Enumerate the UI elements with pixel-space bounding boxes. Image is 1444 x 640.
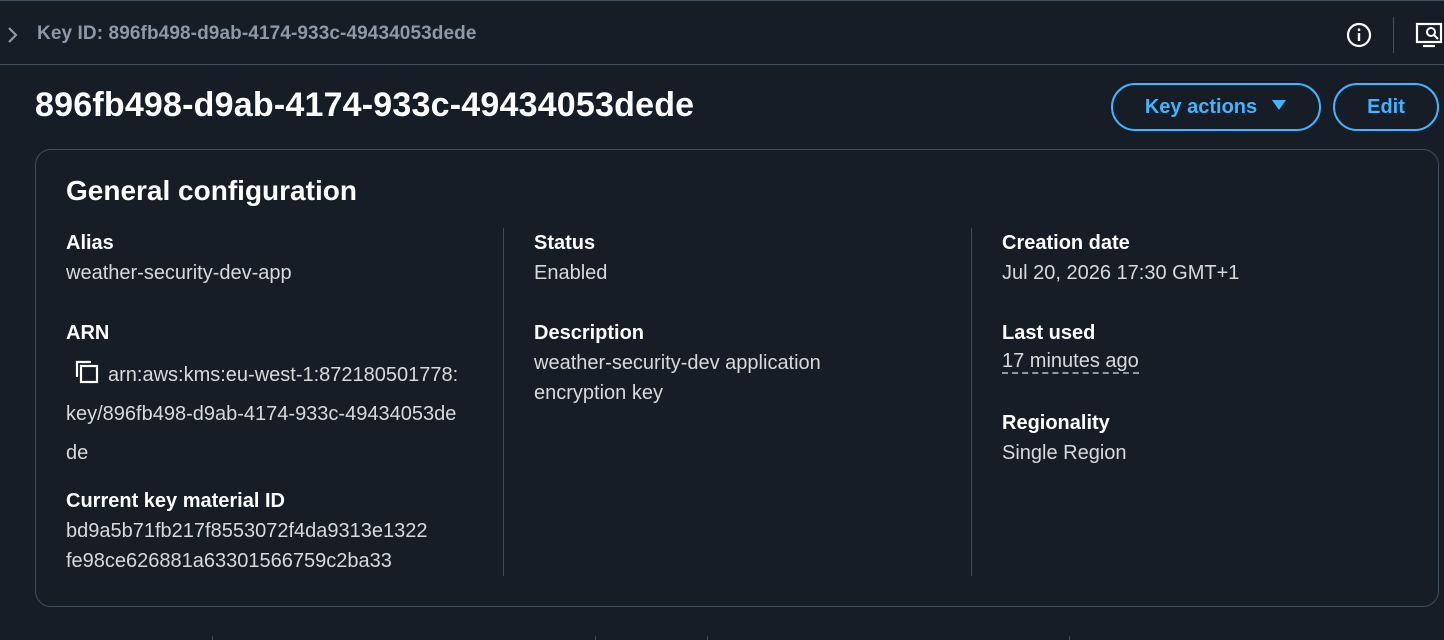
description-label: Description — [534, 322, 645, 344]
next-section-divider — [212, 636, 213, 640]
column-divider — [971, 228, 972, 576]
regionality-label: Regionality — [1002, 412, 1110, 434]
screen-search-icon[interactable] — [1414, 20, 1444, 50]
key-material-label: Current key material ID — [66, 490, 285, 512]
last-used-label: Last used — [1002, 322, 1096, 344]
info-icon[interactable] — [1346, 22, 1372, 48]
top-bar: Key ID: 896fb498-d9ab-4174-933c-49434053… — [0, 0, 1444, 65]
last-used-value[interactable]: 17 minutes ago — [1002, 350, 1139, 374]
caret-down-icon — [1271, 98, 1287, 116]
status-label: Status — [534, 232, 596, 254]
creation-date-label: Creation date — [1002, 232, 1130, 254]
key-material-value-line2: fe98ce626881a63301566759c2ba33 — [66, 550, 392, 572]
panel-title: General configuration — [66, 175, 357, 206]
column-divider — [503, 228, 504, 576]
key-material-value-line1: bd9a5b71fb217f8553072f4da9313e1322 — [66, 520, 428, 542]
next-section-divider — [595, 636, 596, 640]
next-section-divider — [1069, 636, 1070, 640]
chevron-right-icon[interactable] — [6, 25, 22, 45]
arn-value: arn:aws:kms:eu-west-1:872180501778:key/8… — [66, 364, 459, 464]
alias-label: Alias — [66, 232, 114, 254]
last-used-wrapper: 17 minutes ago — [1002, 348, 1139, 374]
breadcrumb[interactable]: Key ID: 896fb498-d9ab-4174-933c-49434053… — [37, 23, 477, 45]
regionality-value: Single Region — [1002, 442, 1127, 464]
status-value: Enabled — [534, 262, 608, 284]
key-actions-button[interactable]: Key actions — [1111, 83, 1321, 131]
toolbar-divider — [1393, 17, 1394, 53]
edit-button[interactable]: Edit — [1333, 83, 1439, 131]
description-value-line1: weather-security-dev application — [534, 352, 821, 374]
alias-value: weather-security-dev-app — [66, 262, 292, 284]
description-value-line2: encryption key — [534, 382, 663, 404]
page-title: 896fb498-d9ab-4174-933c-49434053dede — [35, 86, 695, 124]
creation-date-value: Jul 20, 2026 17:30 GMT+1 — [1002, 262, 1240, 284]
key-actions-label: Key actions — [1144, 95, 1258, 118]
arn-label: ARN — [66, 322, 110, 344]
next-section-divider — [707, 636, 708, 640]
